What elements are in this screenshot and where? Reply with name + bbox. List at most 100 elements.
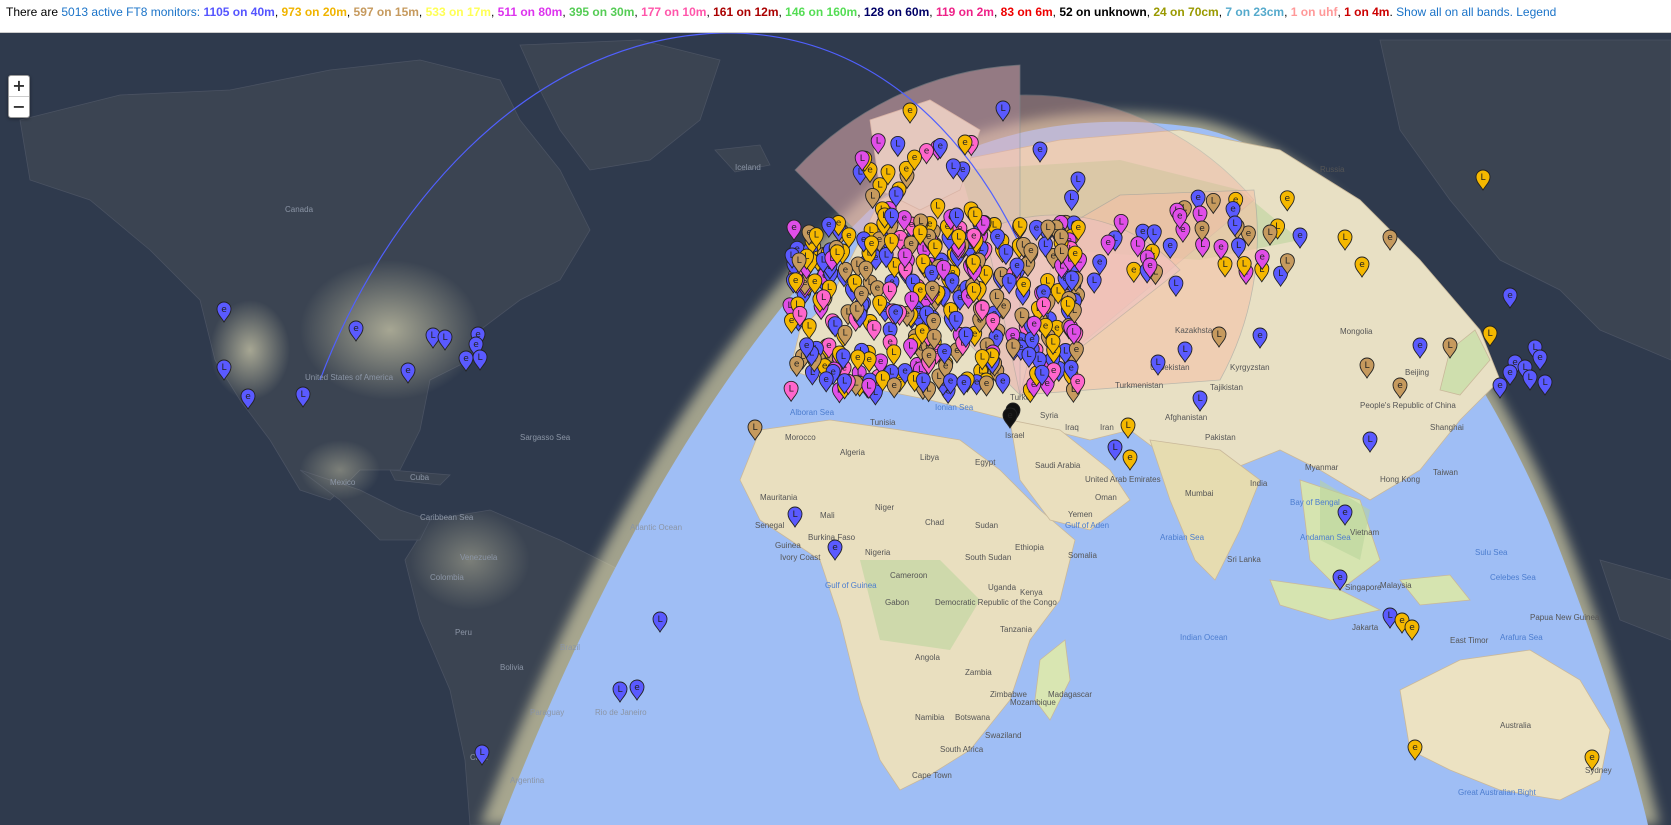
svg-text:L: L	[842, 328, 847, 338]
map-canvas[interactable]: Canada Iceland United States of America …	[0, 33, 1671, 825]
label-sargasso: Sargasso Sea	[520, 433, 571, 442]
svg-text:e: e	[904, 164, 910, 174]
band-link[interactable]: 597 on 15m	[354, 5, 419, 19]
world-map[interactable]: Canada Iceland United States of America …	[0, 33, 1671, 825]
svg-text:L: L	[1019, 311, 1024, 321]
svg-text:L: L	[1367, 435, 1372, 445]
svg-text:e: e	[1034, 223, 1040, 233]
svg-text:e: e	[938, 141, 944, 151]
band-link[interactable]: 973 on 20m	[282, 5, 347, 19]
zoom-out-button[interactable]: −	[9, 97, 29, 117]
svg-text:e: e	[1246, 229, 1252, 239]
label-ivory: Ivory Coast	[780, 553, 821, 562]
band-link[interactable]: 128 on 60m	[864, 5, 929, 19]
band-link[interactable]: 533 on 17m	[426, 5, 491, 19]
svg-text:e: e	[859, 289, 865, 299]
band-link[interactable]: 511 on 80m	[498, 5, 563, 19]
svg-text:e: e	[908, 239, 914, 249]
svg-text:L: L	[1041, 300, 1046, 310]
svg-text:e: e	[1257, 331, 1263, 341]
svg-text:e: e	[1075, 377, 1081, 387]
svg-text:L: L	[902, 251, 907, 261]
band-link[interactable]: 1 on 4m	[1344, 5, 1389, 19]
svg-text:L: L	[300, 390, 305, 400]
svg-text:L: L	[953, 314, 958, 324]
band-separator: ,	[490, 5, 498, 19]
svg-text:e: e	[974, 378, 980, 388]
label-uganda: Uganda	[988, 583, 1017, 592]
monitor-summary-bar: There are 5013 active FT8 monitors: 1105…	[0, 0, 1671, 33]
label-rio: Rio de Janeiro	[595, 708, 647, 717]
svg-text:L: L	[1387, 611, 1392, 621]
label-south-sudan: South Sudan	[965, 553, 1011, 562]
svg-text:L: L	[1342, 233, 1347, 243]
band-separator: ,	[1284, 5, 1291, 19]
svg-text:L: L	[1487, 329, 1492, 339]
svg-text:e: e	[1218, 242, 1224, 252]
svg-text:L: L	[994, 292, 999, 302]
svg-text:L: L	[1011, 342, 1016, 352]
band-link[interactable]: 1 on uhf	[1291, 5, 1338, 19]
label-libya: Libya	[920, 453, 940, 462]
band-separator: ,	[274, 5, 282, 19]
svg-text:e: e	[1076, 223, 1082, 233]
svg-text:L: L	[870, 191, 875, 201]
label-jakarta: Jakarta	[1352, 623, 1379, 632]
svg-text:L: L	[1135, 240, 1140, 250]
svg-text:L: L	[1017, 221, 1022, 231]
band-link[interactable]: 119 on 2m	[936, 5, 994, 19]
band-link[interactable]: 146 on 160m	[785, 5, 857, 19]
svg-text:e: e	[866, 355, 872, 365]
svg-text:e: e	[1131, 265, 1137, 275]
show-all-bands-link[interactable]: Show all on all bands.	[1396, 5, 1513, 19]
svg-text:e: e	[990, 316, 996, 326]
label-east-timor: East Timor	[1450, 636, 1489, 645]
total-monitors-link[interactable]: 5013 active FT8 monitors:	[61, 5, 200, 19]
svg-text:L: L	[1155, 358, 1160, 368]
svg-text:L: L	[814, 231, 819, 241]
svg-text:L: L	[1007, 277, 1012, 287]
svg-text:L: L	[442, 333, 447, 343]
band-link[interactable]: 52 on unknown	[1059, 5, 1146, 19]
svg-text:e: e	[1537, 353, 1543, 363]
svg-text:e: e	[926, 351, 932, 361]
svg-text:L: L	[876, 137, 881, 147]
label-guinea: Guinea	[775, 541, 801, 550]
svg-text:e: e	[960, 165, 966, 175]
svg-text:L: L	[841, 352, 846, 362]
svg-text:L: L	[1125, 421, 1130, 431]
label-venezuela: Venezuela	[460, 553, 498, 562]
legend-link[interactable]: Legend	[1516, 5, 1556, 19]
svg-text:L: L	[908, 342, 913, 352]
label-australia: Australia	[1500, 721, 1532, 730]
svg-text:L: L	[933, 242, 938, 252]
svg-text:e: e	[1359, 260, 1365, 270]
svg-text:e: e	[804, 341, 810, 351]
band-link[interactable]: 177 on 10m	[641, 5, 706, 19]
svg-text:e: e	[1014, 261, 1020, 271]
label-sudan: Sudan	[975, 521, 998, 530]
band-link[interactable]: 7 on 23cm	[1225, 5, 1284, 19]
svg-text:L: L	[889, 236, 894, 246]
svg-text:L: L	[1043, 240, 1048, 250]
svg-text:L: L	[821, 293, 826, 303]
svg-text:e: e	[1337, 573, 1343, 583]
band-link[interactable]: 161 on 12m	[713, 5, 778, 19]
band-link[interactable]: 1105 on 40m	[203, 5, 274, 19]
svg-text:e: e	[1028, 246, 1034, 256]
svg-text:e: e	[1001, 302, 1007, 312]
svg-text:e: e	[473, 340, 479, 350]
svg-text:e: e	[794, 359, 800, 369]
band-link[interactable]: 83 on 6m	[1001, 5, 1053, 19]
svg-text:L: L	[752, 423, 757, 433]
zoom-in-button[interactable]: +	[9, 76, 29, 97]
svg-text:e: e	[1041, 288, 1047, 298]
svg-text:e: e	[1105, 238, 1111, 248]
svg-text:L: L	[895, 139, 900, 149]
band-link[interactable]: 395 on 30m	[569, 5, 634, 19]
svg-text:e: e	[836, 219, 842, 229]
label-egypt: Egypt	[975, 458, 996, 467]
band-link[interactable]: 24 on 70cm	[1153, 5, 1218, 19]
label-myanmar: Myanmar	[1305, 463, 1339, 472]
svg-text:L: L	[880, 374, 885, 384]
